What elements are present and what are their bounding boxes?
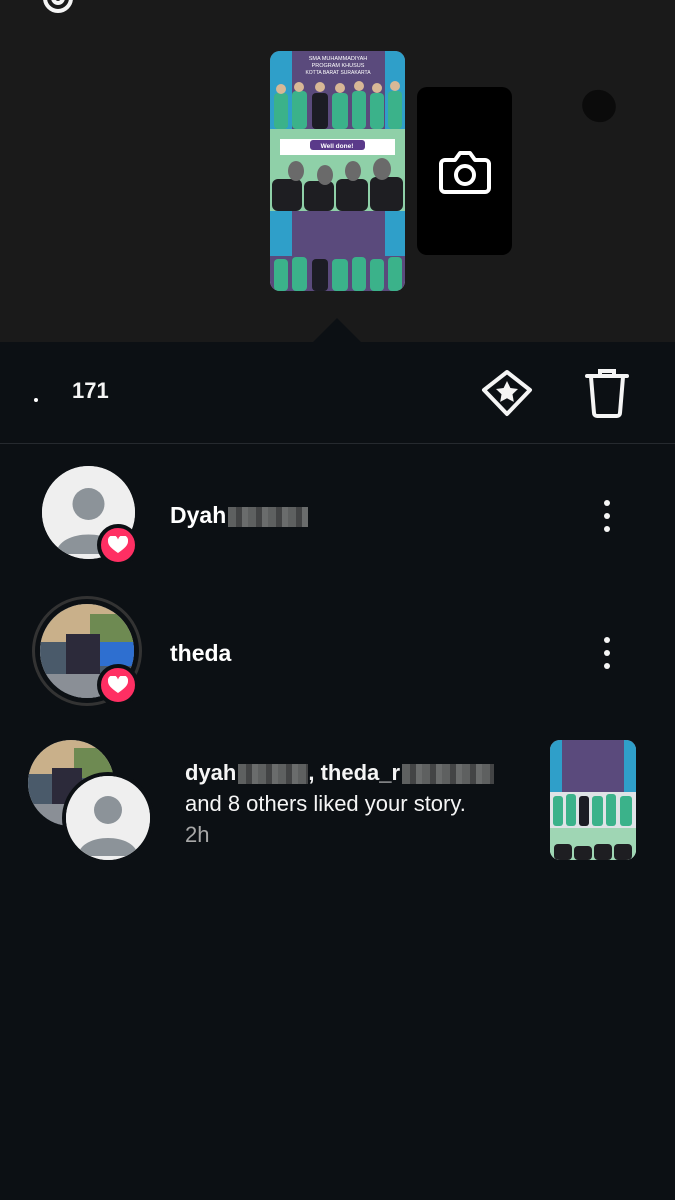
viewer-username[interactable]: theda	[170, 640, 231, 667]
notification-text[interactable]: dyah, theda_r and 8 others liked your st…	[185, 757, 525, 850]
well-done-text: Well done!	[321, 143, 354, 150]
gear-icon[interactable]	[38, 0, 78, 18]
banner-line-1: SMA MUHAMMADIYAH	[309, 56, 368, 62]
redacted-text	[228, 506, 309, 527]
timestamp: 2h	[185, 822, 210, 847]
username-text: Dyah	[170, 502, 227, 528]
close-icon[interactable]	[594, 0, 638, 16]
liked-badge	[97, 664, 139, 706]
trash-icon[interactable]	[585, 368, 629, 418]
liked-badge	[97, 524, 139, 566]
liker-username-2[interactable]: theda_r	[321, 760, 400, 785]
redacted-text	[238, 764, 309, 785]
notification-message: and 8 others liked your story.	[185, 791, 466, 816]
heart-icon	[108, 676, 128, 693]
story-thumbnail[interactable]: SMA MUHAMMADIYAH PROGRAM KHUSUS KOTTA BA…	[270, 51, 405, 291]
default-avatar-icon	[66, 776, 150, 860]
viewer-row[interactable]: Dyah	[0, 466, 675, 566]
story-photo	[550, 740, 636, 860]
avatar[interactable]	[62, 772, 154, 864]
liker-username-1[interactable]: dyah	[185, 760, 236, 785]
redacted-text	[402, 764, 495, 785]
viewer-count[interactable]: 171	[72, 378, 109, 404]
story-thumbnail[interactable]	[550, 740, 636, 860]
add-story-card[interactable]	[417, 87, 512, 255]
more-icon[interactable]	[597, 633, 617, 673]
story-preview-area: SMA MUHAMMADIYAH PROGRAM KHUSUS KOTTA BA…	[0, 0, 675, 343]
viewer-icon-fragment	[34, 398, 38, 402]
selection-pointer	[312, 318, 362, 343]
heart-icon	[108, 536, 128, 553]
viewer-username[interactable]: Dyah	[170, 502, 309, 529]
banner-line-2: PROGRAM KHUSUS	[312, 63, 365, 69]
separator: ,	[308, 760, 321, 785]
banner-line-3: KOTTA BARAT SURAKARTA	[305, 70, 371, 76]
decorative-shape	[576, 84, 622, 128]
more-icon[interactable]	[597, 496, 617, 536]
viewer-row[interactable]: theda	[0, 596, 675, 708]
viewer-bar: 171	[0, 342, 675, 444]
story-photo: SMA MUHAMMADIYAH PROGRAM KHUSUS KOTTA BA…	[270, 51, 405, 291]
highlight-icon[interactable]	[480, 368, 534, 418]
camera-icon	[438, 151, 491, 194]
